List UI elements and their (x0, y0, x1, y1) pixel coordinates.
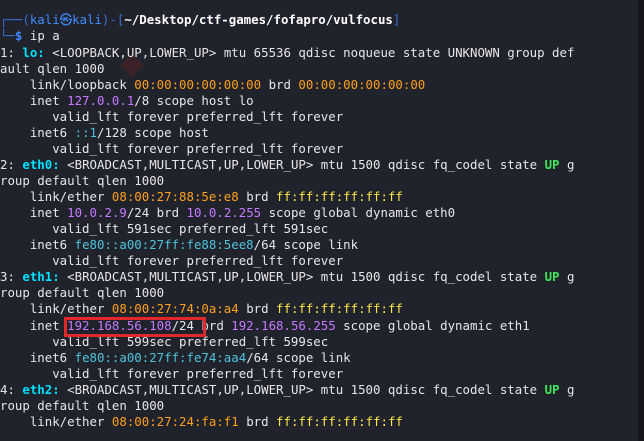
lo-valid6: valid_lft forever preferred_lft forever (0, 141, 344, 156)
prompt-at-icon: ㉿ (59, 12, 73, 27)
prompt-host: kali (72, 12, 102, 27)
prompt-line-2: └─$ ip a (0, 28, 60, 43)
eth0-header: 2: eth0: <BROADCAST,MULTICAST,UP,LOWER_U… (0, 157, 575, 172)
eth0-link: link/ether 08:00:27:88:5e:e8 brd ff:ff:f… (0, 189, 403, 204)
command-text: ip a (29, 28, 60, 43)
prompt-user: kali (29, 12, 60, 27)
prompt-path: ~/Desktop/ctf-games/fofapro/vulfocus (124, 12, 393, 27)
eth1-link: link/ether 08:00:27:74:0a:a4 brd ff:ff:f… (0, 301, 403, 316)
lo-valid: valid_lft forever preferred_lft forever (0, 109, 344, 124)
lo-header-wrap: ault qlen 1000 (0, 61, 105, 76)
scrollbar-track[interactable] (638, 0, 644, 441)
eth0-inet6: inet6 fe80::a00:27ff:fe88:5ee8/64 scope … (0, 237, 359, 252)
eth0-header-wrap: roup default qlen 1000 (0, 173, 165, 188)
eth1-header: 3: eth1: <BROADCAST,MULTICAST,UP,LOWER_U… (0, 269, 575, 284)
eth1-valid6: valid_lft forever preferred_lft forever (0, 366, 344, 381)
eth2-link: link/ether 08:00:27:24:fa:f1 brd ff:ff:f… (0, 414, 403, 429)
terminal-window[interactable]: ◆ ┌──(kali㉿kali)-[~/Desktop/ctf-games/fo… (0, 0, 644, 441)
eth2-header-wrap: roup default qlen 1000 (0, 398, 165, 413)
eth0-inet: inet 10.0.2.9/24 brd 10.0.2.255 scope gl… (0, 205, 456, 220)
lo-inet: inet 127.0.0.1/8 scope host lo (0, 93, 254, 108)
prompt-line-1: ┌──(kali㉿kali)-[~/Desktop/ctf-games/fofa… (0, 12, 401, 27)
eth1-header-wrap: roup default qlen 1000 (0, 285, 165, 300)
highlight-box (64, 317, 206, 337)
eth2-header: 4: eth2: <BROADCAST,MULTICAST,UP,LOWER_U… (0, 382, 575, 397)
eth0-valid: valid_lft 591sec preferred_lft 591sec (0, 221, 329, 236)
lo-header: 1: lo: <LOOPBACK,UP,LOWER_UP> mtu 65536 … (0, 45, 575, 60)
eth0-valid6: valid_lft forever preferred_lft forever (0, 253, 344, 268)
eth1-inet6: inet6 fe80::a00:27ff:fe74:aa4/64 scope l… (0, 350, 351, 365)
lo-link: link/loopback 00:00:00:00:00:00 brd 00:0… (0, 77, 426, 92)
lo-inet6: inet6 ::1/128 scope host (0, 125, 209, 140)
